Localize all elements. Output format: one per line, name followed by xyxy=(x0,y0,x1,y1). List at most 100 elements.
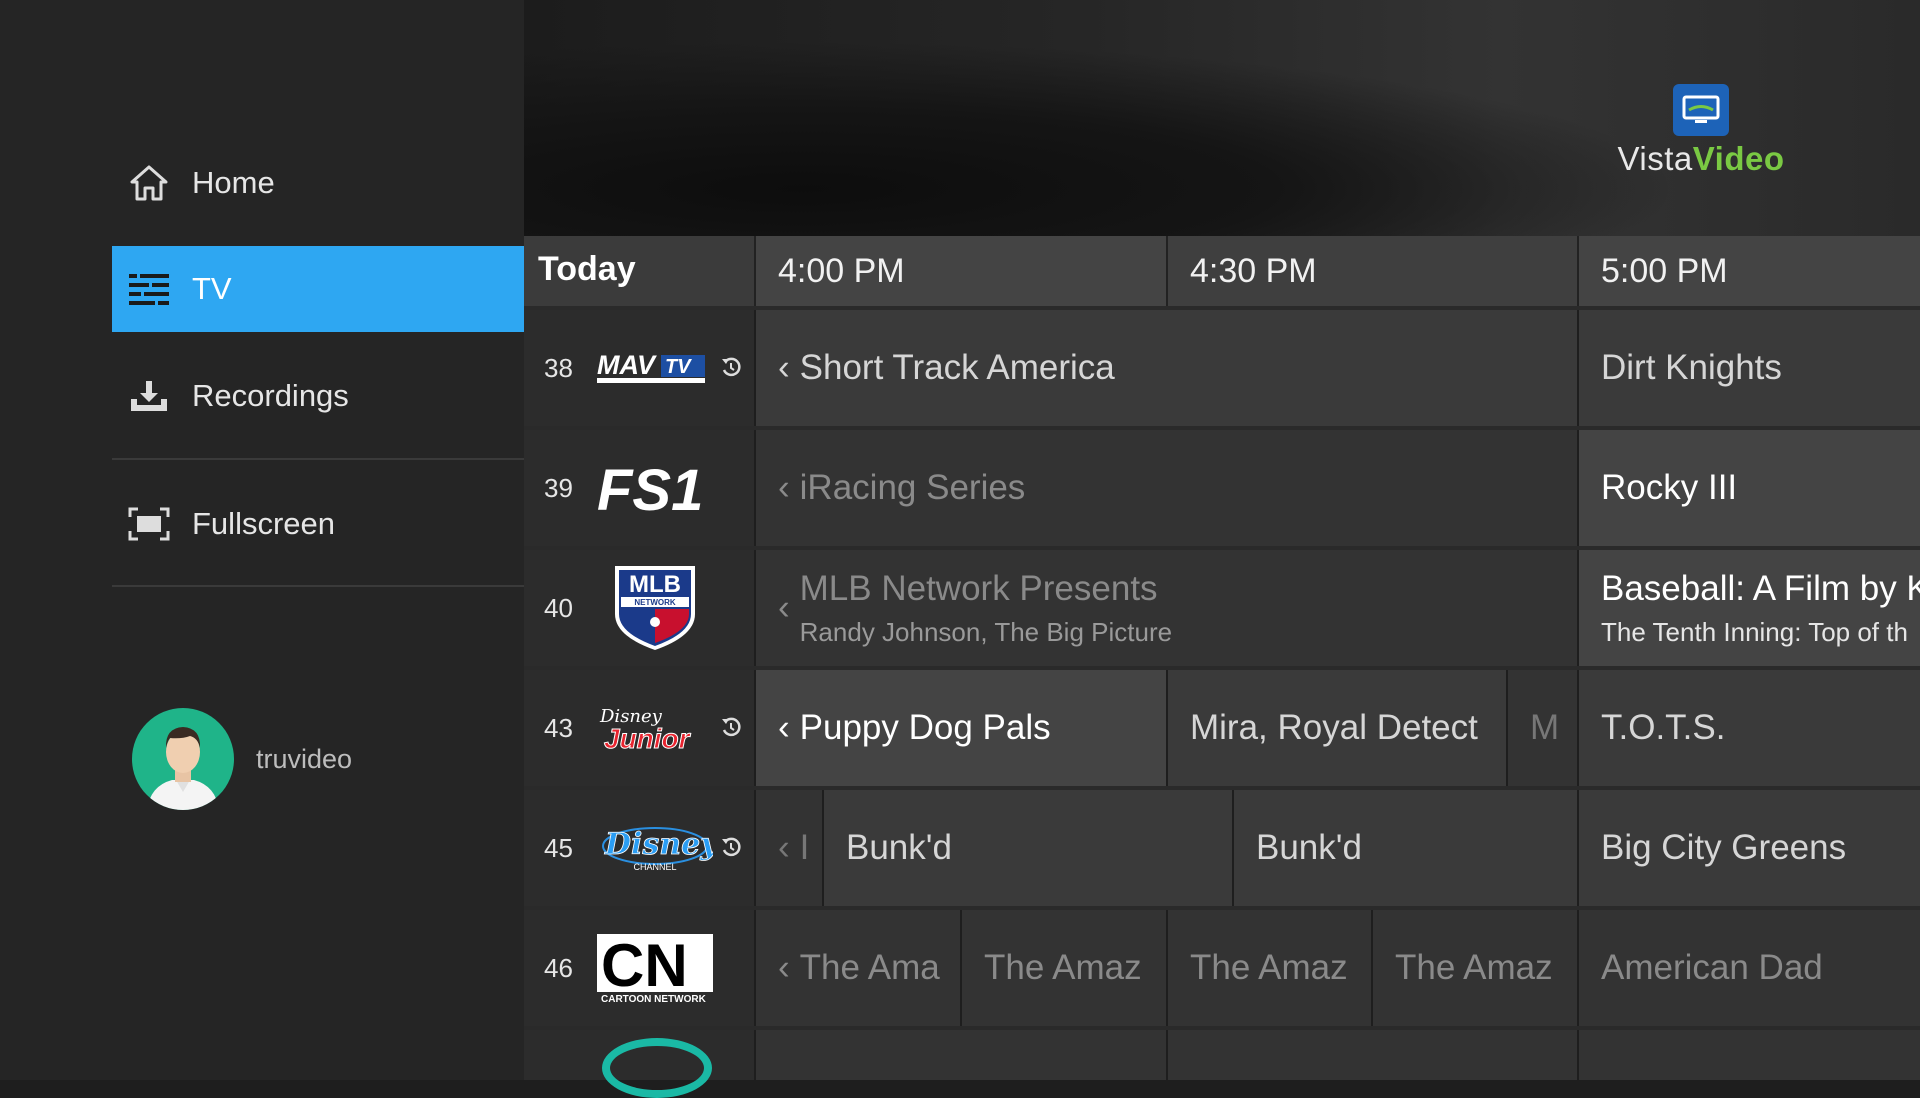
program-cell[interactable]: Big City Greens xyxy=(1577,790,1920,906)
program-cell[interactable]: ‹ MLB Network Presents Randy Johnson, Th… xyxy=(754,550,1577,666)
program-cell[interactable]: Bunk'd xyxy=(1232,790,1577,906)
program-cell[interactable]: M xyxy=(1506,670,1577,786)
chevron-left-icon: ‹ xyxy=(778,468,790,507)
program-cell[interactable]: Rocky III xyxy=(1577,430,1920,546)
user-profile[interactable]: truvideo xyxy=(132,708,352,810)
program-cell[interactable] xyxy=(1577,1030,1920,1080)
program-cell[interactable]: ‹ I xyxy=(754,790,822,906)
recordings-icon xyxy=(126,373,172,419)
chevron-left-icon: ‹ xyxy=(778,708,790,747)
program-cell[interactable]: Baseball: A Film by K The Tenth Inning: … xyxy=(1577,550,1920,666)
program-title: iRacing Series xyxy=(799,468,1026,507)
svg-text:Disney: Disney xyxy=(604,827,713,862)
program-cell[interactable]: Dirt Knights xyxy=(1577,310,1920,426)
sidebar-divider xyxy=(112,458,524,460)
disney-channel-logo-icon: Disney CHANNEL xyxy=(596,810,714,886)
svg-text:NETWORK: NETWORK xyxy=(634,598,676,607)
time-header: Today 4:00 PM 4:30 PM 5:00 PM xyxy=(524,236,1920,306)
channel-number: 45 xyxy=(544,832,573,863)
program-cell[interactable] xyxy=(754,1030,1166,1080)
svg-text:CN: CN xyxy=(601,932,688,999)
program-title: M xyxy=(1530,708,1560,747)
time-slot: 5:00 PM xyxy=(1577,236,1920,306)
channel-number: 40 xyxy=(544,592,573,623)
program-title: The Amaz xyxy=(1190,948,1348,987)
home-icon xyxy=(126,160,172,206)
channel-logo-icon xyxy=(602,1038,712,1098)
chevron-left-icon: ‹ xyxy=(778,348,790,387)
program-cell[interactable]: American Dad xyxy=(1577,910,1920,1026)
program-title: Puppy Dog Pals xyxy=(799,708,1051,747)
svg-text:Junior: Junior xyxy=(604,723,692,754)
program-cell[interactable]: Bunk'd xyxy=(822,790,1232,906)
program-title: Bunk'd xyxy=(846,828,952,867)
program-cell[interactable]: ‹ Puppy Dog Pals xyxy=(754,670,1166,786)
channel-cell[interactable]: 38 MAV TV xyxy=(524,310,754,426)
sidebar-divider xyxy=(112,585,524,587)
restart-icon[interactable] xyxy=(720,716,742,738)
restart-icon[interactable] xyxy=(720,356,742,378)
sidebar: Home TV Recordings Fullscreen truvideo xyxy=(0,0,524,1080)
channel-number: 43 xyxy=(544,712,573,743)
logo-text-video: Video xyxy=(1692,140,1785,177)
chevron-left-icon: ‹ xyxy=(778,588,790,627)
program-title: The Ama xyxy=(799,948,940,987)
channel-cell[interactable]: 40 MLB NETWORK xyxy=(524,550,754,666)
day-label: Today xyxy=(538,250,636,288)
program-title: Bunk'd xyxy=(1256,828,1362,867)
chevron-left-icon: ‹ xyxy=(778,948,790,987)
program-cell[interactable]: Mira, Royal Detect xyxy=(1166,670,1506,786)
program-title: American Dad xyxy=(1601,948,1823,987)
channel-cell[interactable]: 46 CN CARTOON NETWORK xyxy=(524,910,754,1026)
avatar xyxy=(132,708,234,810)
svg-text:MLB: MLB xyxy=(629,571,681,598)
sidebar-item-home[interactable]: Home xyxy=(112,140,524,226)
svg-text:MAV: MAV xyxy=(597,350,657,380)
program-title: Dirt Knights xyxy=(1601,348,1782,387)
cartoon-network-logo-icon: CN CARTOON NETWORK xyxy=(596,930,714,1006)
program-cell[interactable] xyxy=(1166,1030,1577,1080)
program-cell[interactable]: The Amaz xyxy=(1371,910,1577,1026)
restart-icon[interactable] xyxy=(720,836,742,858)
logo-text-vista: Vista xyxy=(1617,140,1693,177)
sidebar-item-fullscreen[interactable]: Fullscreen xyxy=(112,481,524,567)
program-title: The Amaz xyxy=(984,948,1142,987)
program-cell[interactable]: The Amaz xyxy=(1166,910,1371,1026)
sidebar-item-tv[interactable]: TV xyxy=(112,246,524,332)
program-cell[interactable]: T.O.T.S. xyxy=(1577,670,1920,786)
channel-number: 39 xyxy=(544,472,573,503)
time-slot: 4:30 PM xyxy=(1166,236,1577,306)
channel-number: 38 xyxy=(544,352,573,383)
mlb-network-logo-icon: MLB NETWORK xyxy=(596,566,714,650)
program-cell[interactable]: ‹ The Ama xyxy=(754,910,960,1026)
chevron-left-icon: ‹ xyxy=(778,828,790,867)
channel-row: 39 FS1 ‹ iRacing Series Rocky III xyxy=(524,430,1920,546)
channel-cell[interactable]: 39 FS1 xyxy=(524,430,754,546)
channel-row: 46 CN CARTOON NETWORK ‹ The Ama The Amaz … xyxy=(524,910,1920,1026)
channel-row: 43 Disney Junior ‹ Puppy Dog Pals Mira, R… xyxy=(524,670,1920,786)
mavtv-logo-icon: MAV TV xyxy=(596,330,714,406)
program-title: T.O.T.S. xyxy=(1601,708,1726,747)
channel-cell[interactable] xyxy=(524,1030,754,1098)
program-title: Baseball: A Film by K xyxy=(1601,568,1920,608)
program-title: The Amaz xyxy=(1395,948,1553,987)
program-title: Big City Greens xyxy=(1601,828,1847,867)
sidebar-item-recordings[interactable]: Recordings xyxy=(112,353,524,439)
disney-junior-logo-icon: Disney Junior xyxy=(596,690,714,766)
program-cell[interactable]: ‹ iRacing Series xyxy=(754,430,1577,546)
channel-cell[interactable]: 45 Disney CHANNEL xyxy=(524,790,754,906)
channel-row: 40 MLB NETWORK ‹ MLB Network Presents Ra… xyxy=(524,550,1920,666)
program-guide: Today 4:00 PM 4:30 PM 5:00 PM 38 MAV TV xyxy=(524,236,1920,1098)
svg-text:CHANNEL: CHANNEL xyxy=(633,862,676,872)
tv-logo-icon xyxy=(1673,84,1729,136)
program-title: Mira, Royal Detect xyxy=(1190,708,1478,747)
svg-text:CARTOON NETWORK: CARTOON NETWORK xyxy=(601,994,707,1004)
program-title: Short Track America xyxy=(799,348,1115,387)
program-cell[interactable]: ‹ Short Track America xyxy=(754,310,1577,426)
channel-cell[interactable]: 43 Disney Junior xyxy=(524,670,754,786)
program-cell[interactable]: The Amaz xyxy=(960,910,1166,1026)
vista-video-logo: VistaVideo xyxy=(1612,84,1790,178)
tv-guide-icon xyxy=(126,266,172,312)
channel-row xyxy=(524,1030,1920,1098)
username: truvideo xyxy=(256,743,353,774)
